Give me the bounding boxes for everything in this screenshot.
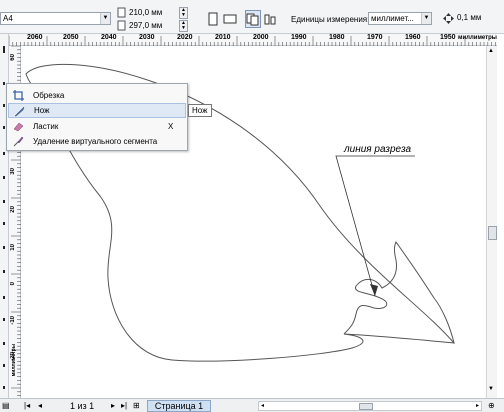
paper-size-value: A4 bbox=[3, 14, 13, 23]
page-width-icon bbox=[117, 7, 126, 18]
cut-line-label: линия разреза bbox=[344, 144, 412, 155]
menu-item-crop[interactable]: Обрезка bbox=[8, 88, 186, 103]
ruler-label: 1950 bbox=[440, 34, 456, 41]
nudge-field[interactable]: 0,1 мм bbox=[455, 12, 501, 25]
page-count: 1 из 1 bbox=[70, 401, 95, 411]
menu-item-shortcut: X bbox=[168, 122, 174, 131]
last-page-icon[interactable]: ▸| bbox=[121, 401, 127, 410]
landscape-icon bbox=[223, 14, 237, 24]
ruler-label: 10 bbox=[10, 244, 16, 251]
paper-size-select[interactable]: A4 ▼ bbox=[0, 12, 111, 25]
ruler-label: 1960 bbox=[405, 34, 421, 41]
scroll-down-icon[interactable]: ▼ bbox=[488, 386, 494, 392]
width-spinner[interactable]: ▲ ▼ bbox=[179, 7, 188, 19]
ruler-label: 2030 bbox=[139, 34, 155, 41]
ruler-label: 30 bbox=[10, 168, 16, 175]
ruler-unit-label: миллиметры bbox=[458, 35, 497, 41]
navigator-icon[interactable]: ⊕ bbox=[488, 401, 495, 410]
portrait-button[interactable] bbox=[205, 10, 221, 28]
fit-page-icon[interactable]: ▤ bbox=[2, 401, 10, 410]
menu-item-eraser[interactable]: Ластик X bbox=[8, 119, 186, 134]
page-height-value: 297,0 мм bbox=[129, 21, 163, 30]
horizontal-ruler[interactable]: 2060 2050 2040 2030 2020 2010 2000 1990 … bbox=[9, 34, 497, 46]
tab-page-1[interactable]: Страница 1 bbox=[147, 400, 211, 412]
nudge-icon bbox=[443, 13, 454, 24]
ruler-label: 1980 bbox=[329, 34, 345, 41]
horizontal-scroll-thumb[interactable] bbox=[359, 403, 373, 410]
current-page-icon bbox=[264, 14, 276, 25]
page-navigator: ▤ |◂ ◂ 1 из 1 ▸ ▸| ⊞ Страница 1 ◂ ▸ ⊕ bbox=[0, 398, 504, 412]
scroll-left-icon[interactable]: ◂ bbox=[261, 402, 264, 409]
menu-item-virtual-segment-delete[interactable]: Удаление виртуального сегмента bbox=[8, 134, 186, 149]
ruler-unit-label: миллиметры bbox=[11, 344, 17, 377]
page-height-field[interactable]: 297,0 мм bbox=[127, 20, 175, 33]
landscape-button[interactable] bbox=[222, 10, 238, 28]
previous-page-icon[interactable]: ◂ bbox=[38, 401, 42, 410]
ruler-label: 2060 bbox=[27, 34, 43, 41]
cut-line-leader bbox=[335, 155, 415, 297]
eraser-icon bbox=[13, 122, 24, 132]
page-width-value: 210,0 мм bbox=[129, 8, 163, 17]
menu-item-label: Удаление виртуального сегмента bbox=[33, 137, 158, 146]
menu-item-label: Обрезка bbox=[33, 91, 65, 100]
ruler-label: 2040 bbox=[101, 34, 117, 41]
ruler-label: 60 bbox=[10, 54, 16, 61]
ruler-label: 2010 bbox=[215, 34, 231, 41]
page-tab-label: Страница 1 bbox=[154, 401, 204, 411]
height-spinner[interactable]: ▲ ▼ bbox=[179, 20, 188, 32]
first-page-icon[interactable]: |◂ bbox=[24, 401, 30, 410]
page-height-icon bbox=[117, 20, 126, 31]
chevron-down-icon[interactable]: ▼ bbox=[100, 13, 110, 24]
ruler-label: 1970 bbox=[367, 34, 383, 41]
add-page-icon[interactable]: ⊞ bbox=[133, 401, 140, 410]
units-value: миллимет... bbox=[371, 14, 414, 23]
units-select[interactable]: миллимет... ▼ bbox=[368, 12, 432, 25]
units-label: Единицы измерения: bbox=[291, 15, 370, 24]
next-page-icon[interactable]: ▸ bbox=[111, 401, 115, 410]
ruler-label: 20 bbox=[10, 206, 16, 213]
chevron-down-icon[interactable]: ▼ bbox=[421, 13, 431, 24]
menu-item-knife[interactable]: Нож bbox=[8, 103, 186, 118]
notch-outline bbox=[343, 241, 455, 344]
vertical-scroll-thumb[interactable] bbox=[488, 226, 497, 240]
vertical-scrollbar[interactable]: ▲ ▼ bbox=[486, 46, 497, 398]
ruler-label: 2000 bbox=[253, 34, 269, 41]
ruler-label: 1990 bbox=[291, 34, 307, 41]
property-bar: A4 ▼ 210,0 мм 297,0 мм ▲ ▼ ▲ ▼ Единицы изм… bbox=[0, 0, 504, 34]
scroll-up-icon[interactable]: ▲ bbox=[488, 48, 494, 54]
current-page-button[interactable] bbox=[262, 10, 278, 28]
page-width-field[interactable]: 210,0 мм bbox=[127, 7, 175, 20]
ruler-label: 2050 bbox=[63, 34, 79, 41]
ruler-label: -10 bbox=[10, 316, 16, 325]
cut-line-arrowhead bbox=[370, 284, 378, 296]
menu-item-label: Нож bbox=[34, 106, 50, 115]
crop-icon bbox=[13, 90, 24, 101]
crop-tools-flyout: Обрезка Нож Ластик X Удаление виртуально… bbox=[6, 83, 188, 151]
ruler-label: 0 bbox=[10, 282, 16, 286]
menu-item-label: Ластик bbox=[33, 122, 59, 131]
portrait-icon bbox=[208, 12, 218, 26]
horizontal-scrollbar[interactable]: ◂ ▸ bbox=[258, 401, 482, 411]
ruler-label: 2020 bbox=[177, 34, 193, 41]
nudge-value: 0,1 мм bbox=[457, 13, 482, 22]
scroll-right-icon[interactable]: ▸ bbox=[476, 402, 479, 409]
all-pages-button[interactable] bbox=[245, 10, 261, 28]
tooltip: Нож bbox=[188, 104, 212, 117]
all-pages-icon bbox=[246, 13, 259, 26]
knife-icon bbox=[14, 106, 25, 117]
virtual-segment-delete-icon bbox=[13, 136, 24, 147]
